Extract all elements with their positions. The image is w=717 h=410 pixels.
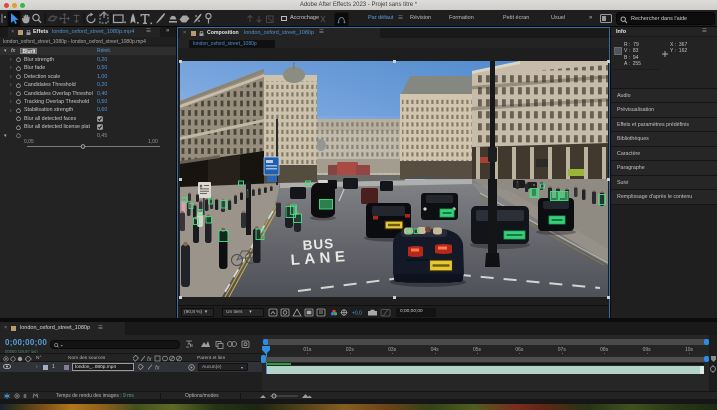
svg-text:+0,0: +0,0: [352, 311, 362, 317]
svg-text:fx: fx: [155, 366, 161, 371]
